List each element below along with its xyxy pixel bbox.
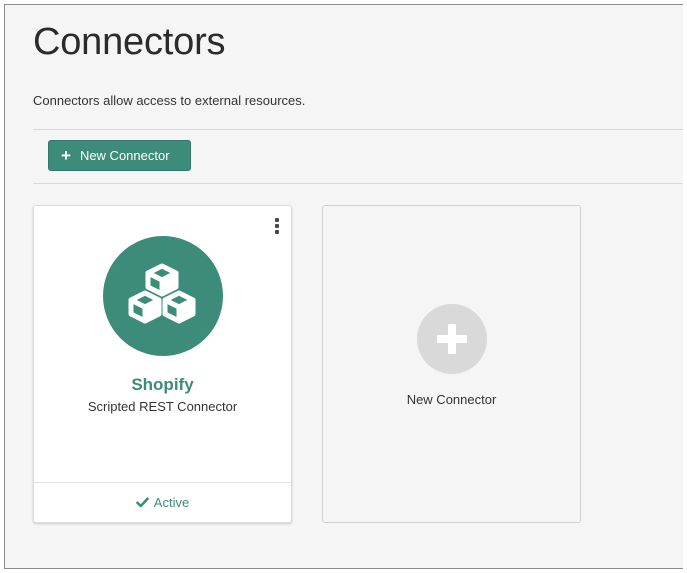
page-description: Connectors allow access to external reso… [33, 93, 306, 108]
new-connector-card[interactable]: New Connector [322, 205, 581, 523]
cubes-icon [128, 263, 196, 324]
more-options-icon[interactable] [273, 218, 281, 236]
connector-logo [103, 236, 223, 356]
connector-type: Scripted REST Connector [87, 399, 238, 414]
new-connector-button[interactable]: + New Connector [48, 140, 191, 171]
new-connector-button-label: New Connector [79, 148, 170, 163]
divider [33, 183, 683, 184]
connectors-page: Connectors Connectors allow access to ex… [4, 4, 683, 569]
plus-icon: + [61, 146, 71, 165]
connector-card-shopify[interactable]: Shopify Scripted REST Connector Active [33, 205, 292, 523]
plus-circle-icon [417, 304, 487, 374]
new-connector-card-label: New Connector [406, 392, 497, 407]
check-icon [135, 497, 149, 508]
connector-name[interactable]: Shopify [34, 375, 291, 395]
status-badge: Active [34, 482, 291, 522]
status-label: Active [153, 495, 190, 510]
page-title: Connectors [33, 21, 226, 63]
divider [33, 129, 683, 130]
